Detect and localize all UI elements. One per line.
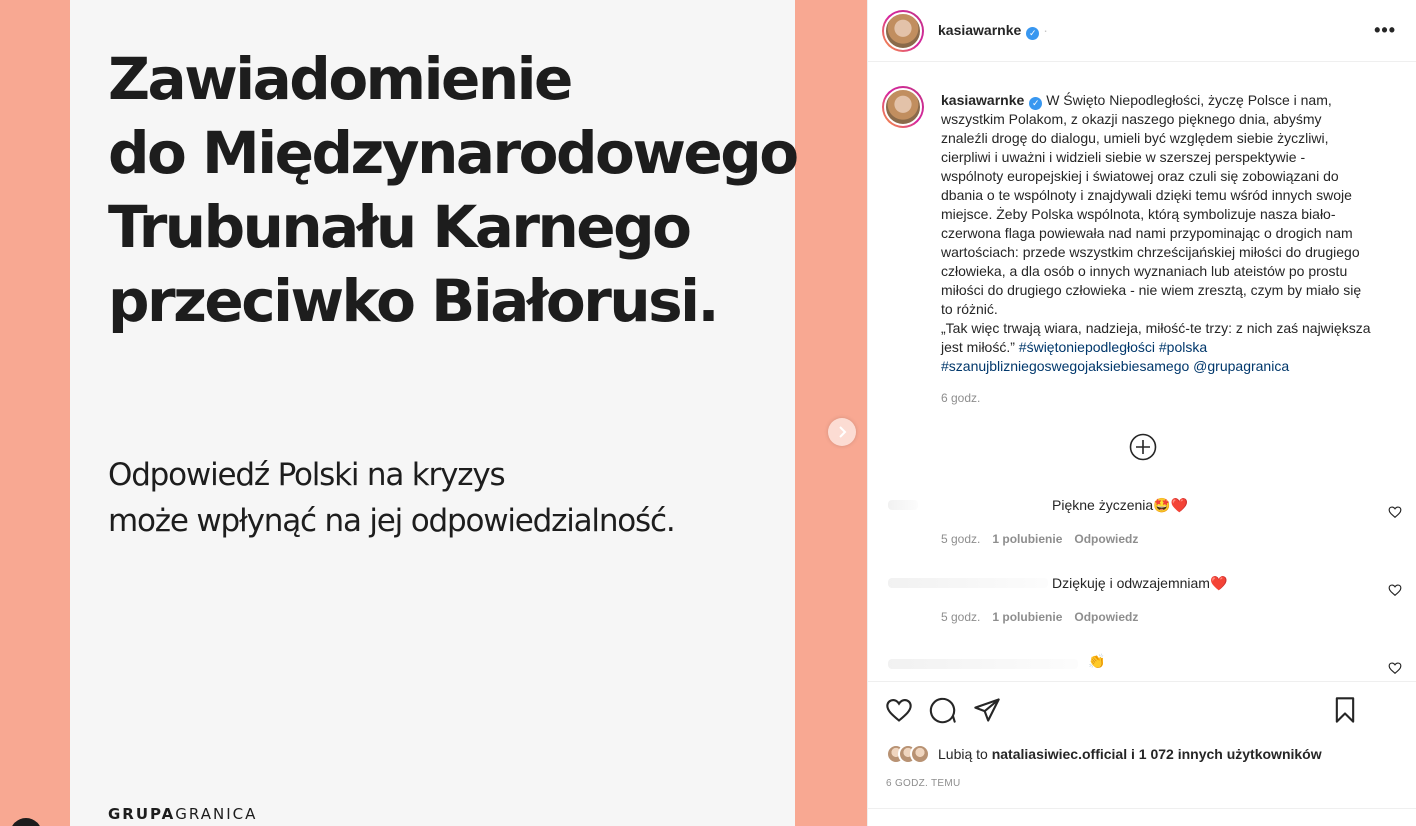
comment-text: Dziękuję i odwzajemniam❤️: [1052, 575, 1228, 591]
likes-summary: Lubią to nataliasiwiec.official i 1 072 …: [886, 744, 1322, 764]
chevron-right-icon: [839, 426, 847, 438]
hashtag-link[interactable]: #szanujblizniegoswegojaksiebiesamego: [941, 358, 1189, 374]
carousel-slide: Zawiadomienie do Międzynarodowego Trubun…: [70, 0, 799, 826]
bookmark-icon[interactable]: [1331, 696, 1359, 724]
slide-title-line: do Międzynarodowego: [108, 119, 799, 187]
caption-line: „Tak więc trwają wiara, nadzieja, miłość…: [941, 320, 1371, 336]
caption: kasiawarnke ✓ W Święto Niepodległości, ży…: [941, 91, 1406, 376]
brand-bold: GRUPA: [108, 805, 176, 823]
comment-likes[interactable]: 1 polubienie: [992, 610, 1062, 624]
brand-light: GRANICA: [175, 805, 258, 823]
caption-line: wszystkim Polakom, z okazji naszego pięk…: [941, 111, 1322, 127]
heart-icon[interactable]: [1388, 505, 1402, 519]
caption-line: jest miłość.”: [941, 339, 1015, 355]
verified-badge-icon: ✓: [1026, 26, 1040, 40]
post-side-panel: kasiawarnke ✓ · ••• kasiawarnke ✓ W Święto …: [867, 0, 1416, 826]
comment-text: Piękne życzenia🤩❤️: [1052, 497, 1189, 513]
author-username-text: kasiawarnke: [938, 21, 1022, 38]
post-media: Zawiadomienie do Międzynarodowego Trubun…: [0, 0, 867, 826]
caption-line: czerwona flaga powiewała nad nami przypo…: [941, 225, 1353, 241]
brand-logo: GRUPAGRANICA: [108, 805, 257, 823]
avatar-image: [884, 11, 922, 50]
caption-line: W Święto Niepodległości, życzę Polsce i …: [1046, 92, 1332, 108]
caption-line: wspólnoty europejskiej i światowej oraz …: [941, 168, 1339, 184]
comment-time[interactable]: 5 godz.: [941, 532, 980, 546]
caption-line: dbania o te wspólnoty i znajdywali dzięk…: [941, 187, 1352, 203]
post-time-ago[interactable]: 6 GODZ. TEMU: [886, 778, 961, 789]
blurred-username: [888, 578, 1048, 588]
likes-prefix: Lubią to: [938, 746, 988, 762]
hashtag-link[interactable]: #polska: [1159, 339, 1207, 355]
author-username[interactable]: kasiawarnke ✓ ·: [938, 22, 1048, 40]
heart-icon[interactable]: [1388, 661, 1402, 675]
verified-badge-icon: ✓: [1029, 97, 1043, 110]
slide-title-line: przeciwko Białorusi.: [108, 267, 720, 335]
comment-time[interactable]: 5 godz.: [941, 610, 980, 624]
comments-list[interactable]: kasiawarnke ✓ W Święto Niepodległości, ży…: [868, 63, 1416, 681]
likes-count[interactable]: i 1 072 innych użytkowników: [1131, 746, 1322, 762]
likes-text: Lubią to nataliasiwiec.official i 1 072 …: [938, 746, 1322, 762]
blurred-avatar: [888, 500, 918, 510]
plus-circle-icon: [1129, 433, 1157, 461]
more-options-icon[interactable]: •••: [1374, 20, 1396, 41]
caption-line: to różnić.: [941, 301, 998, 317]
header-dot: ·: [1043, 21, 1048, 38]
comment-text: 👏: [1088, 653, 1106, 669]
add-comment-section[interactable]: [868, 808, 1416, 826]
heart-icon[interactable]: [885, 696, 913, 724]
slide-subtitle: Odpowiedź Polski na kryzys może wpłynąć …: [108, 452, 788, 544]
blurred-username: [888, 659, 1078, 669]
carousel-next-button[interactable]: [828, 418, 856, 446]
liker-avatar: [910, 744, 930, 764]
caption-line: wartościach: przede wszystkim chrześcija…: [941, 244, 1360, 260]
load-more-comments-button[interactable]: [1129, 433, 1157, 461]
slide-title-line: Trubunału Karnego: [108, 193, 692, 261]
comment-meta: 5 godz. 1 polubienie Odpowiedz: [941, 532, 1150, 546]
slide-subtitle-line: może wpłynąć na jej odpowiedzialność.: [108, 503, 676, 539]
reply-button[interactable]: Odpowiedz: [1074, 532, 1138, 546]
caption-line: miłości do drugiego człowieka - nie wiem…: [941, 282, 1362, 298]
caption-timestamp[interactable]: 6 godz.: [941, 391, 980, 405]
caption-line: człowieka, a dla osób o innych wyznaniac…: [941, 263, 1348, 279]
reply-button[interactable]: Odpowiedz: [1074, 610, 1138, 624]
slide-subtitle-line: Odpowiedź Polski na kryzys: [108, 457, 506, 493]
liker-username[interactable]: nataliasiwiec.official: [992, 746, 1127, 762]
caption-line: znaleźli drogę do dialogu, umieli być wz…: [941, 130, 1329, 146]
author-avatar[interactable]: [882, 9, 924, 52]
slide-title: Zawiadomienie do Międzynarodowego Trubun…: [108, 42, 799, 338]
avatar-image: [884, 88, 922, 126]
hashtag-link[interactable]: #świętoniepodległości: [1019, 339, 1155, 355]
comment-meta: 5 godz. 1 polubienie Odpowiedz: [941, 610, 1150, 624]
comment-icon[interactable]: [929, 696, 957, 724]
comment-likes[interactable]: 1 polubienie: [992, 532, 1062, 546]
mention-link[interactable]: @grupagranica: [1193, 358, 1289, 374]
caption-username[interactable]: kasiawarnke: [941, 92, 1024, 108]
slide-title-line: Zawiadomienie: [108, 45, 573, 113]
share-icon[interactable]: [973, 696, 1001, 724]
post-actions: Lubią to nataliasiwiec.official i 1 072 …: [868, 681, 1416, 826]
post-header: kasiawarnke ✓ · •••: [868, 0, 1416, 62]
caption-line: cierpliwi i uważni i widzieli siebie w s…: [941, 149, 1306, 165]
corner-avatar-fragment: [10, 818, 42, 826]
caption-line: miejsce. Żeby Polska wspólnota, którą sy…: [941, 206, 1336, 222]
caption-avatar[interactable]: [882, 86, 924, 128]
heart-icon[interactable]: [1388, 583, 1402, 597]
